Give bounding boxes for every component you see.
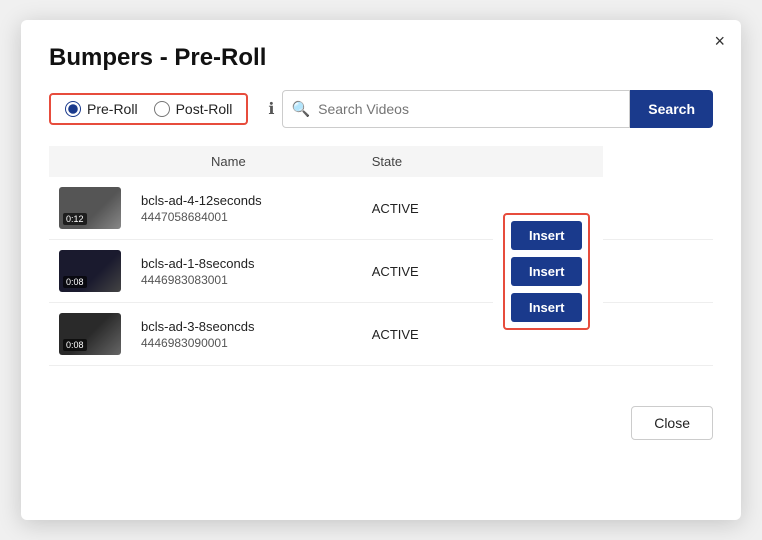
close-button[interactable]: Close bbox=[631, 406, 713, 440]
insert-button-2[interactable]: Insert bbox=[511, 257, 582, 286]
video-thumbnail: 0:08 bbox=[59, 313, 121, 355]
video-id: 4447058684001 bbox=[141, 210, 352, 224]
table-row: 0:12 bcls-ad-4-12seconds 4447058684001 ACTI… bbox=[49, 177, 713, 240]
col-name-header: Name bbox=[131, 146, 362, 177]
post-roll-label: Post-Roll bbox=[176, 101, 233, 117]
col-state-header: State bbox=[362, 146, 493, 177]
video-title: bcls-ad-4-12seconds bbox=[141, 193, 352, 208]
video-thumbnail: 0:12 bbox=[59, 187, 121, 229]
insert-button-3[interactable]: Insert bbox=[511, 293, 582, 322]
video-action-cell bbox=[603, 240, 713, 303]
video-thumbnail: 0:08 bbox=[59, 250, 121, 292]
pre-roll-radio[interactable] bbox=[65, 101, 81, 117]
video-state-cell: ACTIVE bbox=[362, 240, 493, 303]
video-duration: 0:12 bbox=[63, 213, 87, 225]
col-action-header bbox=[493, 146, 603, 177]
video-name-cell: bcls-ad-4-12seconds 4447058684001 bbox=[131, 177, 362, 240]
search-wrapper: 🔍 bbox=[282, 90, 630, 128]
post-roll-radio[interactable] bbox=[154, 101, 170, 117]
video-title: bcls-ad-1-8seconds bbox=[141, 256, 352, 271]
video-action-cell bbox=[603, 303, 713, 366]
video-duration: 0:08 bbox=[63, 276, 87, 288]
toolbar: Pre-Roll Post-Roll ℹ 🔍 Search bbox=[49, 90, 713, 128]
search-input[interactable] bbox=[318, 91, 629, 127]
video-title: bcls-ad-3-8seoncds bbox=[141, 319, 352, 334]
pre-roll-label: Pre-Roll bbox=[87, 101, 138, 117]
video-table: Name State 0:12 bcls-ad-4-12seconds 444705… bbox=[49, 146, 713, 366]
video-thumb-cell: 0:08 bbox=[49, 303, 131, 366]
insert-button-1[interactable]: Insert bbox=[511, 221, 582, 250]
search-area: ℹ 🔍 Search bbox=[268, 90, 713, 128]
bumpers-dialog: × Bumpers - Pre-Roll Pre-Roll Post-Roll … bbox=[21, 20, 741, 520]
search-icon: 🔍 bbox=[283, 100, 318, 118]
insert-buttons-group: Insert Insert Insert bbox=[503, 213, 590, 330]
dialog-footer: Close bbox=[49, 396, 713, 440]
video-action-cell: Insert Insert Insert bbox=[493, 177, 603, 366]
video-state-cell: ACTIVE bbox=[362, 177, 493, 240]
video-name-cell: bcls-ad-1-8seconds 4446983083001 bbox=[131, 240, 362, 303]
search-button[interactable]: Search bbox=[630, 90, 713, 128]
table-row: 0:08 bcls-ad-1-8seconds 4446983083001 ACTIV… bbox=[49, 240, 713, 303]
table-row: 0:08 bcls-ad-3-8seoncds 4446983090001 ACTIV… bbox=[49, 303, 713, 366]
video-state-cell: ACTIVE bbox=[362, 303, 493, 366]
table-header-row: Name State bbox=[49, 146, 713, 177]
video-name-cell: bcls-ad-3-8seoncds 4446983090001 bbox=[131, 303, 362, 366]
post-roll-radio-label[interactable]: Post-Roll bbox=[154, 101, 233, 117]
video-thumb-cell: 0:12 bbox=[49, 177, 131, 240]
video-id: 4446983083001 bbox=[141, 273, 352, 287]
video-duration: 0:08 bbox=[63, 339, 87, 351]
col-thumb-header bbox=[49, 146, 131, 177]
roll-type-radio-group: Pre-Roll Post-Roll bbox=[49, 93, 248, 125]
close-x-button[interactable]: × bbox=[714, 32, 725, 50]
dialog-title: Bumpers - Pre-Roll bbox=[49, 44, 713, 72]
video-id: 4446983090001 bbox=[141, 336, 352, 350]
info-icon: ℹ bbox=[268, 99, 274, 119]
pre-roll-radio-label[interactable]: Pre-Roll bbox=[65, 101, 138, 117]
video-thumb-cell: 0:08 bbox=[49, 240, 131, 303]
